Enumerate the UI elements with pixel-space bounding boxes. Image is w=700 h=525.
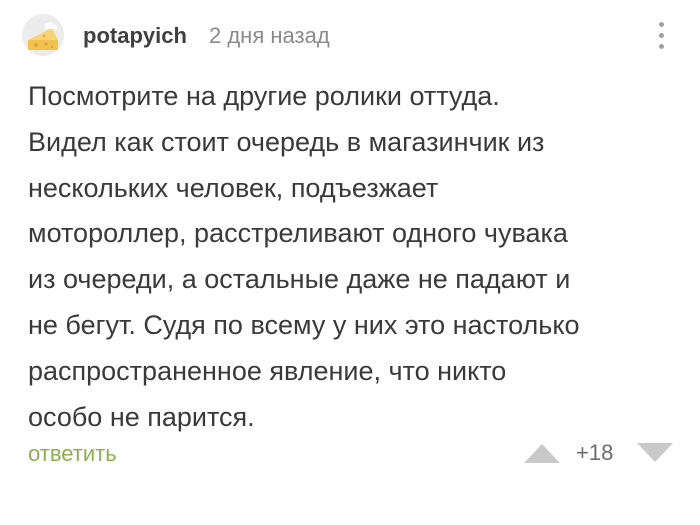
reply-button[interactable]: ответить: [28, 441, 117, 467]
more-vertical-icon: [659, 22, 664, 27]
triangle-down-icon: [637, 443, 673, 462]
username[interactable]: potapyich: [83, 23, 187, 49]
rating-count: +18: [576, 440, 614, 465]
more-vertical-icon: [659, 33, 664, 38]
timestamp: 2 дня назад: [209, 23, 330, 48]
comment: potapyich 2 дня назад Посмотрите на друг…: [0, 0, 700, 525]
comment-header: potapyich 2 дня назад: [22, 14, 670, 58]
avatar[interactable]: [22, 14, 64, 56]
comment-footer: ответить +18: [28, 432, 675, 472]
triangle-up-icon: [524, 444, 560, 463]
comment-text: Посмотрите на другие ролики оттуда. Виде…: [28, 81, 580, 432]
more-vertical-icon: [659, 44, 664, 49]
more-options-button[interactable]: [654, 16, 670, 56]
vote-up-button[interactable]: [522, 442, 562, 464]
vote-down-button[interactable]: [635, 442, 675, 464]
cheese-avatar-icon: [22, 14, 64, 56]
